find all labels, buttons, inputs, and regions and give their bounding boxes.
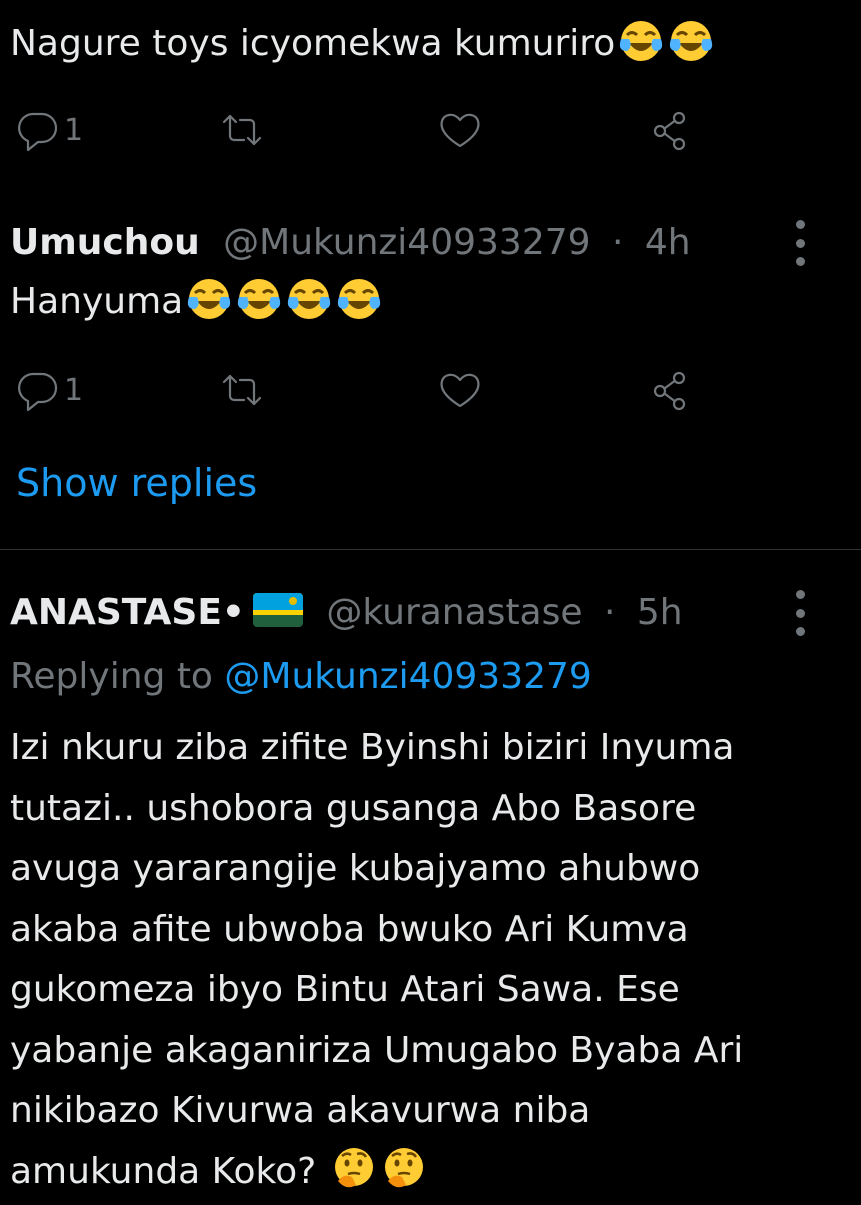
heart-icon <box>440 373 480 408</box>
body-line: nikibazo Kivurwa akavurwa niba <box>10 1090 591 1131</box>
tweet-text: Hanyuma <box>10 272 383 332</box>
reply-count: 1 <box>64 372 84 408</box>
tweet-text: Nagure toys icyomekwa kumuriro <box>10 14 715 74</box>
retweet-icon <box>222 114 262 146</box>
rwanda-flag-icon <box>252 593 303 627</box>
tears-of-joy-emoji-icon <box>235 275 283 323</box>
share-icon <box>653 111 686 151</box>
author-name[interactable]: Umuchou <box>10 222 200 263</box>
body-line-last: amukunda Koko? <box>10 1142 743 1203</box>
separator-dot: · <box>603 592 616 633</box>
replying-mention-link[interactable]: @Mukunzi40933279 <box>224 656 591 697</box>
retweet-icon <box>222 374 262 406</box>
heart-icon <box>440 113 480 148</box>
twitter-thread: Nagure toys icyomekwa kumuriro 1 Umuchou… <box>0 0 861 1205</box>
reply-icon <box>18 112 58 152</box>
share-button[interactable] <box>646 102 694 158</box>
author-handle[interactable]: @Mukunzi40933279 <box>223 222 590 263</box>
tweet-header: Umuchou @Mukunzi40933279 · 4h <box>10 218 691 268</box>
more-options-button[interactable] <box>790 220 810 266</box>
more-dot <box>795 627 805 636</box>
more-dot <box>795 608 805 618</box>
timestamp[interactable]: 5h <box>637 592 683 633</box>
retweet-button[interactable] <box>218 102 266 158</box>
body-line: yabanje akaganiriza Umugabo Byaba Ari <box>10 1029 744 1071</box>
body-line: Izi nkuru ziba zifite Byinshi biziri Iny… <box>10 727 735 768</box>
body-line: akaba afite ubwoba bwuko Ari Kumva <box>10 908 689 950</box>
timestamp[interactable]: 4h <box>645 222 691 263</box>
separator-dot: · <box>612 222 624 263</box>
divider <box>0 549 861 550</box>
more-dot <box>795 257 805 266</box>
like-button[interactable] <box>436 102 484 158</box>
thinking-face-emoji-icon <box>380 1145 428 1193</box>
author-name[interactable]: ANASTASE• <box>10 592 245 633</box>
reply-button[interactable]: 1 <box>14 102 83 158</box>
more-options-button[interactable] <box>790 590 810 636</box>
reply-button[interactable]: 1 <box>14 362 83 418</box>
reply-count: 1 <box>64 112 84 148</box>
tears-of-joy-emoji-icon <box>617 17 665 65</box>
show-replies-link[interactable]: Show replies <box>16 458 257 508</box>
tweet-actions: 1 <box>0 102 861 158</box>
author-handle[interactable]: @kuranastase <box>326 592 582 633</box>
more-dots-icon <box>795 590 805 599</box>
share-button[interactable] <box>646 362 694 418</box>
reply-body: Izi nkuru ziba zifite Byinshi biziri Iny… <box>10 718 743 1202</box>
thinking-face-emoji-icon <box>330 1145 378 1193</box>
reply-icon <box>18 372 58 412</box>
more-dot <box>795 238 805 248</box>
more-dots-icon <box>795 220 805 229</box>
tweet-actions: 1 <box>0 362 861 418</box>
body-line: gukomeza ibyo Bintu Atari Sawa. Ese <box>10 969 680 1010</box>
body-line: tutazi.. ushobora gusanga Abo Basore <box>10 787 697 829</box>
reply-header: ANASTASE• @kuranastase · 5h <box>10 588 683 638</box>
replying-prefix: Replying to <box>10 656 213 697</box>
tears-of-joy-emoji-icon <box>185 275 233 323</box>
like-button[interactable] <box>436 362 484 418</box>
replying-to: Replying to @Mukunzi40933279 <box>10 652 592 702</box>
body-line: avuga yararangije kubajyamo ahubwo <box>10 848 701 889</box>
tears-of-joy-emoji-icon <box>335 275 383 323</box>
tears-of-joy-emoji-icon <box>285 275 333 323</box>
retweet-button[interactable] <box>218 362 266 418</box>
tears-of-joy-emoji-icon <box>667 17 715 65</box>
share-icon <box>653 371 686 411</box>
